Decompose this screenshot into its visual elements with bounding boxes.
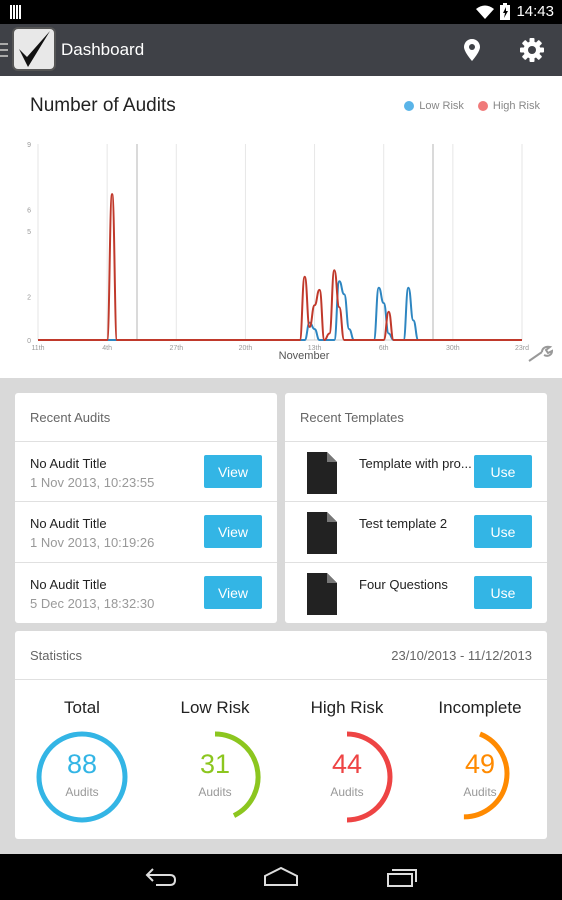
y-tick-label: 5 [27,229,31,236]
signal-bars-icon [10,5,21,19]
stat-total[interactable]: Total 88 Audits [16,698,148,825]
statistics-header: Statistics [30,648,83,663]
template-row[interactable]: Test template 2 Use [285,501,547,562]
settings-gear-icon[interactable] [519,37,545,63]
divider [15,679,547,680]
stat-ring: 44 Audits [299,729,395,825]
x-axis-label: November [279,350,330,362]
document-icon [307,573,337,615]
stat-ring: 88 Audits [34,729,130,825]
y-tick-label: 2 [27,294,31,301]
location-pin-icon[interactable] [463,38,481,62]
x-tick-label: 30th [446,345,460,352]
stat-unit: Audits [65,785,99,799]
stat-label: Incomplete [438,698,522,717]
use-template-button[interactable]: Use [474,455,532,488]
stat-unit: Audits [198,785,232,799]
navigation-bar [0,854,562,900]
stat-high-risk[interactable]: High Risk 44 Audits [281,698,413,825]
y-tick-label: 0 [27,338,31,345]
recent-templates-header: Recent Templates [300,410,404,425]
stat-label: Low Risk [180,698,250,717]
use-template-button[interactable]: Use [474,515,532,548]
back-icon[interactable] [144,866,178,888]
audit-row[interactable]: No Audit Title 1 Nov 2013, 10:23:55 View [15,441,277,502]
wrench-icon[interactable] [526,344,554,364]
app-logo-checkmark[interactable] [12,27,56,71]
recent-audits-header: Recent Audits [30,410,111,425]
action-bar: Dashboard [0,24,562,76]
template-name: Template with pro... [359,456,472,471]
recent-templates-card: Recent Templates Template with pro... Us… [285,393,547,623]
home-icon[interactable] [263,866,299,888]
template-name: Test template 2 [359,516,448,531]
x-tick-label: 20th [239,345,253,352]
audit-title: No Audit Title [30,456,107,471]
stat-value: 44 [331,749,363,779]
audit-title: No Audit Title [30,516,107,531]
date-range: 23/10/2013 - 11/12/2013 [391,648,532,663]
high-risk-series-line [38,193,522,342]
audit-date: 1 Nov 2013, 10:19:26 [30,535,155,550]
x-tick-label: 6th [379,345,389,352]
audit-date: 1 Nov 2013, 10:23:55 [30,475,155,490]
battery-icon [500,3,511,20]
view-audit-button[interactable]: View [204,515,262,548]
stat-incomplete[interactable]: Incomplete 49 Audits [414,698,546,825]
view-audit-button[interactable]: View [204,576,262,609]
view-audit-button[interactable]: View [204,455,262,488]
page-title: Dashboard [61,40,145,59]
audits-chart-card: Number of Audits Low Risk High Risk 0256… [0,76,562,378]
template-row[interactable]: Four Questions Use [285,562,547,623]
y-tick-label: 6 [27,207,31,214]
audit-date: 5 Dec 2013, 18:32:30 [30,596,155,611]
stat-low-risk[interactable]: Low Risk 31 Audits [149,698,281,825]
document-icon [307,512,337,554]
stat-value: 31 [199,749,231,779]
template-name: Four Questions [359,577,448,592]
recent-apps-icon[interactable] [386,866,418,888]
wifi-icon [476,5,495,19]
status-time: 14:43 [516,3,554,20]
audits-line-chart: 0256911th 4th 27th 20th 13th 6th 30th 23rdNovem… [27,142,529,362]
stat-unit: Audits [463,785,497,799]
low-risk-series-line [38,280,522,341]
use-template-button[interactable]: Use [474,576,532,609]
drawer-indicator-icon[interactable] [0,42,8,58]
template-row[interactable]: Template with pro... Use [285,441,547,502]
stat-label: Total [64,698,100,717]
x-tick-label: 4th [102,345,112,352]
audit-title: No Audit Title [30,577,107,592]
x-tick-label: 27th [169,345,183,352]
audit-row[interactable]: No Audit Title 5 Dec 2013, 18:32:30 View [15,562,277,623]
statistics-card: Statistics 23/10/2013 - 11/12/2013 Total… [15,631,547,839]
stat-ring: 49 Audits [432,729,528,825]
y-tick-label: 9 [27,142,31,149]
stat-unit: Audits [330,785,364,799]
stat-value: 49 [464,749,496,779]
stat-value: 88 [66,749,98,779]
stat-label: High Risk [310,698,384,717]
status-bar: 14:43 [0,0,562,24]
stat-ring: 31 Audits [167,729,263,825]
x-tick-label: 11th [31,345,44,352]
recent-audits-card: Recent Audits No Audit Title 1 Nov 2013,… [15,393,277,623]
document-icon [307,452,337,494]
audit-row[interactable]: No Audit Title 1 Nov 2013, 10:19:26 View [15,501,277,562]
